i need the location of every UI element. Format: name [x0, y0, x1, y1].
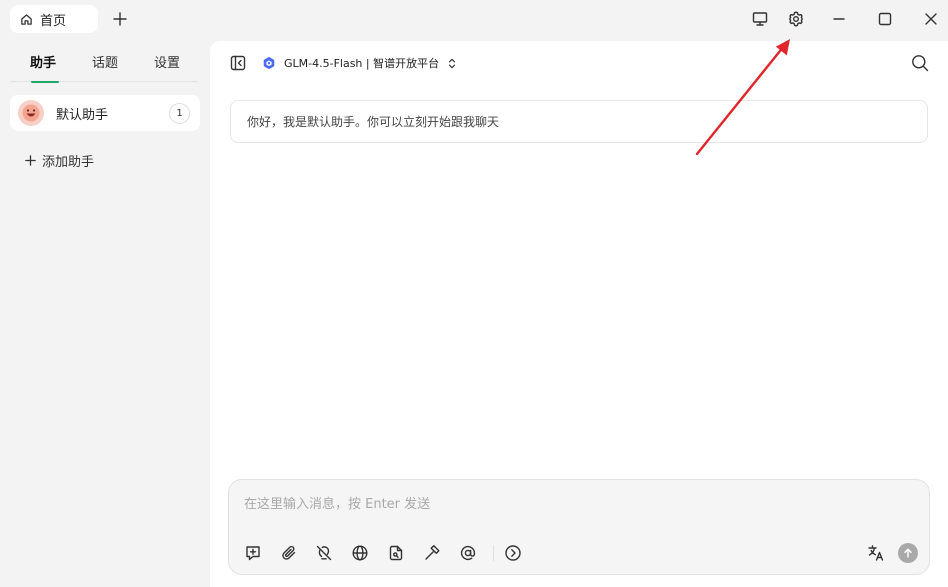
at-sign-icon: [460, 545, 476, 561]
tools-button[interactable]: [423, 544, 441, 562]
plus-icon: [25, 154, 36, 166]
arrow-up-icon: [904, 548, 912, 558]
topic-count-badge: 1: [169, 103, 190, 124]
message-composer: [228, 479, 930, 575]
welcome-message: 你好，我是默认助手。你可以立刻开始跟我聊天: [230, 100, 928, 143]
mini-window-button[interactable]: [751, 10, 769, 28]
smiley-face-icon: [22, 104, 40, 122]
tab-topics[interactable]: 话题: [74, 40, 136, 82]
toggle-sidebar-button[interactable]: [229, 54, 247, 72]
globe-icon: [352, 545, 368, 561]
minimize-button[interactable]: [830, 10, 848, 28]
close-window-button[interactable]: [922, 10, 940, 28]
model-logo-icon: [263, 56, 275, 70]
welcome-text: 你好，我是默认助手。你可以立刻开始跟我聊天: [247, 115, 500, 129]
assistant-item[interactable]: 默认助手 1: [10, 95, 200, 131]
translate-button[interactable]: [867, 544, 885, 562]
tab-settings[interactable]: 设置: [136, 40, 198, 82]
add-assistant-button[interactable]: 添加助手: [24, 150, 94, 170]
chat-topbar: GLM-4.5-Flash | 智谱开放平台: [210, 41, 948, 85]
add-assistant-label: 添加助手: [42, 154, 95, 170]
new-tab-button[interactable]: [111, 10, 129, 28]
new-topic-button[interactable]: [244, 544, 262, 562]
home-icon: [20, 13, 33, 26]
model-label: GLM-4.5-Flash | 智谱开放平台: [284, 57, 440, 70]
paperclip-icon: [282, 545, 296, 560]
title-bar: 首页: [0, 0, 948, 40]
file-search-icon: [389, 545, 403, 561]
gear-icon: [789, 11, 803, 27]
avatar: [18, 100, 44, 126]
search-button[interactable]: [910, 53, 930, 73]
chevron-up-down-icon: [449, 58, 456, 68]
mention-model-button[interactable]: [459, 544, 477, 562]
web-search-button[interactable]: [351, 544, 369, 562]
tab-home[interactable]: 首页: [10, 5, 98, 33]
chevron-right-circle-icon: [505, 545, 521, 561]
sidebar: 助手 话题 设置 默认助手 1 添加助手: [0, 40, 210, 587]
assistant-name: 默认助手: [56, 107, 109, 123]
hammer-icon: [425, 545, 440, 560]
minimize-icon: [833, 18, 845, 20]
tab-assistants[interactable]: 助手: [12, 40, 74, 83]
app-window: 首页 助手 话题 设置 默认助手 1 添加助手 GLM-4.5-Flash | …: [0, 0, 948, 587]
translate-icon: [868, 545, 884, 561]
send-button[interactable]: [898, 543, 918, 563]
sidebar-tabs: 助手 话题 设置: [10, 40, 198, 83]
toolbar-divider: [493, 545, 494, 561]
search-icon: [912, 55, 929, 72]
message-input[interactable]: [244, 494, 904, 514]
maximize-icon: [878, 12, 892, 26]
maximize-button[interactable]: [876, 10, 894, 28]
attach-file-button[interactable]: [280, 544, 298, 562]
settings-button[interactable]: [787, 10, 805, 28]
knowledge-base-button[interactable]: [387, 544, 405, 562]
expand-tools-button[interactable]: [504, 544, 522, 562]
lightbulb-off-icon: [316, 545, 332, 561]
tab-home-label: 首页: [40, 13, 67, 29]
model-selector[interactable]: GLM-4.5-Flash | 智谱开放平台: [262, 53, 457, 73]
toggle-thinking-button[interactable]: [315, 544, 333, 562]
new-chat-icon: [246, 546, 260, 561]
plus-icon: [113, 12, 127, 26]
sidebar-collapse-icon: [230, 55, 246, 71]
monitor-icon: [752, 12, 768, 26]
chat-panel: GLM-4.5-Flash | 智谱开放平台 你好，我是默认助手。你可以立刻开始…: [210, 41, 948, 587]
close-icon: [925, 13, 937, 25]
